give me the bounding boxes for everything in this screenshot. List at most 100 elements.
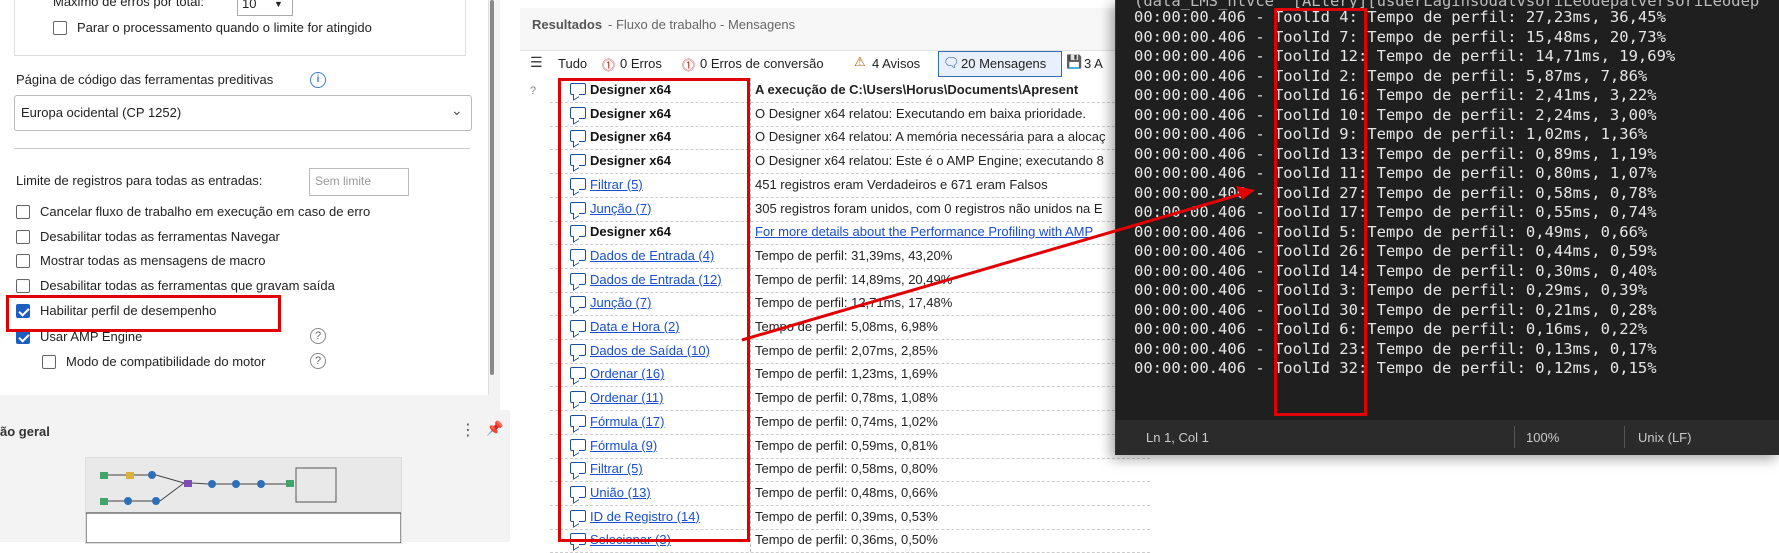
log-line: 00:00:00.406 - ToolId 23: Tempo de perfi… (1134, 339, 1657, 358)
log-line: 00:00:00.406 - ToolId 10: Tempo de perfi… (1134, 105, 1657, 124)
info-icon[interactable]: i (310, 72, 326, 88)
column-divider (750, 267, 751, 292)
warning-icon: ⚠ (854, 54, 866, 69)
message-text: O Designer x64 relatou: Este é o AMP Eng… (755, 153, 1104, 169)
column-divider (750, 409, 751, 434)
filter-warnings[interactable]: 4 Avisos (872, 56, 920, 71)
stop-on-limit-checkbox[interactable] (53, 21, 67, 35)
highlight-box (6, 295, 281, 332)
disable-output-tools-checkbox[interactable] (16, 279, 30, 293)
log-line: 00:00:00.406 - ToolId 27: Tempo de perfi… (1134, 183, 1657, 202)
message-text: Tempo de perfil: 14,89ms, 20,49% (755, 271, 953, 287)
column-divider (750, 315, 751, 339)
divider (1624, 426, 1625, 448)
message-text: Tempo de perfil: 0,39ms, 0,53% (755, 508, 938, 524)
pin-icon[interactable]: 📌 (486, 420, 503, 437)
filter-conversion-errors[interactable]: 0 Erros de conversão (700, 56, 824, 71)
use-amp-engine-checkbox[interactable] (16, 330, 30, 344)
message-text: O Designer x64 relatou: Executando em ba… (755, 105, 1086, 121)
column-divider (750, 433, 751, 458)
message-icon: 🗨 (943, 55, 960, 70)
results-panel: Resultados - Fluxo de trabalho - Mensage… (520, 0, 1150, 553)
filter-all[interactable]: Tudo (558, 56, 587, 71)
divider (14, 148, 470, 149)
chevron-down-icon[interactable]: ▼ (274, 0, 283, 9)
column-divider (750, 125, 751, 150)
filter-files[interactable]: 3 A (1084, 56, 1103, 71)
conversion-error-icon: ⓵ (682, 58, 696, 73)
results-header: Resultados - Fluxo de trabalho - Mensage… (520, 8, 1120, 51)
log-line: 00:00:00.406 - ToolId 26: Tempo de perfi… (1134, 242, 1657, 260)
help-icon[interactable]: ? (310, 353, 326, 369)
message-text: Tempo de perfil: 0,78ms, 1,08% (755, 390, 938, 406)
message-text: Tempo de perfil: 31,39ms, 43,20% (755, 247, 953, 263)
help-icon[interactable]: ? (310, 328, 326, 344)
log-line: 00:00:00.406 - ToolId 4: Tempo de perfil… (1134, 8, 1666, 26)
message-text: Tempo de perfil: 0,36ms, 0,50% (755, 532, 938, 548)
log-line: 00:00:00.406 - ToolId 9: Tempo de perfil… (1134, 125, 1648, 143)
message-text: Tempo de perfil: 1,23ms, 1,69% (755, 366, 938, 382)
log-line: 00:00:00.406 - ToolId 12: Tempo de perfi… (1134, 47, 1676, 65)
max-errors-value: 10 (242, 0, 257, 11)
checkbox-label: Desabilitar todas as ferramentas Navegar (40, 229, 280, 244)
show-macro-messages-checkbox[interactable] (16, 254, 30, 268)
editor-text-area[interactable]: 00:00:00.406 - ToolId 4: Tempo de perfil… (1116, 0, 1779, 420)
overview-title: ão geral (0, 424, 50, 439)
log-line: 00:00:00.406 - ToolId 11: Tempo de perfi… (1134, 164, 1657, 182)
log-line: 00:00:00.406 - ToolId 16: Tempo de perfi… (1134, 86, 1657, 104)
workflow-config-panel: Máximo de erros por total: 10 ▼ Parar o … (0, 0, 510, 544)
column-divider (750, 457, 751, 482)
scrollbar[interactable] (490, 0, 494, 375)
results-filter-bar: ☰ Tudo ⓵ 0 Erros ⓵ 0 Erros de conversão … (520, 50, 1120, 80)
log-line: 00:00:00.406 - ToolId 14: Tempo de perfi… (1134, 261, 1657, 280)
config-section: Máximo de erros por total: 10 ▼ Parar o … (0, 0, 489, 395)
message-text: Tempo de perfil: 0,59ms, 0,81% (755, 437, 938, 453)
log-line: 00:00:00.406 - ToolId 32: Tempo de perfi… (1134, 359, 1657, 377)
workflow-thumbnail[interactable] (85, 457, 402, 544)
save-icon: 💾 (1066, 54, 1083, 69)
results-subtitle: - Fluxo de trabalho - Mensagens (608, 17, 796, 32)
message-text[interactable]: For more details about the Performance P… (755, 224, 1093, 239)
list-icon[interactable]: ☰ (530, 54, 543, 71)
engine-compat-checkbox[interactable] (42, 355, 56, 369)
column-divider (750, 243, 751, 268)
max-errors-label: Máximo de erros por total: (53, 0, 205, 9)
checkbox-label: Modo de compatibilidade do motor (66, 354, 266, 369)
log-line: 00:00:00.406 - ToolId 7: Tempo de perfil… (1134, 27, 1666, 46)
column-divider (750, 338, 751, 363)
column-divider (750, 386, 751, 411)
column-divider (750, 480, 751, 505)
text-editor-window: (data_LMS_ntvce [ALtery][usderLaginsodal… (1115, 0, 1779, 455)
filter-errors[interactable]: 0 Erros (620, 56, 662, 71)
log-line: 00:00:00.406 - ToolId 3: Tempo de perfil… (1134, 281, 1648, 299)
log-line: 00:00:00.406 - ToolId 5: Tempo de perfil… (1134, 222, 1648, 241)
log-line: 00:00:00.406 - ToolId 13: Tempo de perfi… (1134, 144, 1657, 163)
disable-browse-checkbox[interactable] (16, 230, 30, 244)
highlight-box (1274, 8, 1367, 416)
highlight-box (558, 78, 750, 542)
editor-status-bar: Ln 1, Col 1 100% Unix (LF) (1116, 420, 1779, 455)
codepage-select[interactable]: Europa ocidental (CP 1252) ⌄ (14, 95, 472, 131)
error-icon: ⓵ (602, 58, 616, 73)
chevron-down-icon[interactable]: ⌄ (451, 102, 463, 119)
record-limit-placeholder: Sem limite (315, 174, 372, 188)
column-divider (750, 101, 751, 126)
message-text: Tempo de perfil: 0,58ms, 0,80% (755, 461, 938, 477)
overview-panel: ão geral ⋮ 📌 (0, 410, 510, 544)
more-options-icon[interactable]: ⋮ (460, 420, 476, 440)
column-divider (750, 220, 751, 245)
column-divider (750, 78, 751, 102)
log-line: 00:00:00.406 - ToolId 6: Tempo de perfil… (1134, 320, 1648, 338)
column-divider (750, 196, 751, 221)
line-ending[interactable]: Unix (LF) (1638, 430, 1691, 445)
cursor-position[interactable]: Ln 1, Col 1 (1146, 430, 1209, 445)
record-limit-label: Limite de registros para todas as entrad… (16, 173, 263, 188)
checkbox-label: Desabilitar todas as ferramentas que gra… (40, 278, 335, 293)
cancel-on-error-checkbox[interactable] (16, 205, 30, 219)
record-limit-input[interactable]: Sem limite (309, 168, 409, 196)
column-divider (750, 528, 751, 553)
filter-messages[interactable]: 🗨 20 Mensagens (938, 51, 1062, 77)
log-line: 00:00:00.406 - ToolId 2: Tempo de perfil… (1134, 66, 1648, 85)
max-errors-input[interactable]: 10 ▼ (237, 0, 293, 16)
zoom-level[interactable]: 100% (1526, 430, 1559, 445)
